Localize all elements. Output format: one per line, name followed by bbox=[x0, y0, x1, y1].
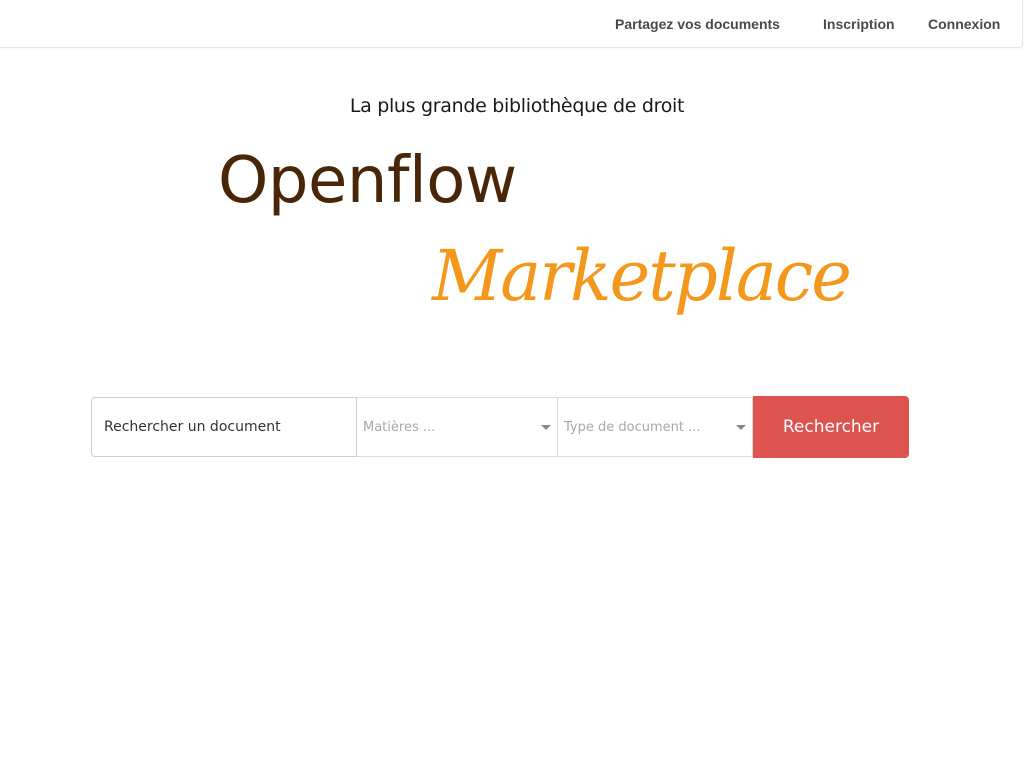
top-navigation-bar: Partagez vos documents Inscription Conne… bbox=[0, 0, 1023, 48]
brand-logo-marketplace: Marketplace bbox=[432, 235, 852, 317]
chevron-down-icon bbox=[736, 425, 746, 430]
search-button[interactable]: Rechercher bbox=[753, 396, 909, 458]
search-bar: Matières ... Type de document ... Recher… bbox=[91, 396, 909, 458]
subjects-select[interactable]: Matières ... bbox=[357, 397, 558, 457]
share-documents-link[interactable]: Partagez vos documents bbox=[615, 16, 780, 32]
subjects-select-placeholder: Matières ... bbox=[363, 420, 436, 435]
document-type-select[interactable]: Type de document ... bbox=[558, 397, 753, 457]
brand-logo-openflow: Openflow bbox=[218, 144, 517, 218]
document-type-select-placeholder: Type de document ... bbox=[564, 420, 701, 435]
signup-link[interactable]: Inscription bbox=[823, 16, 895, 32]
chevron-down-icon bbox=[541, 425, 551, 430]
search-input[interactable] bbox=[91, 397, 357, 457]
login-link[interactable]: Connexion bbox=[928, 16, 1000, 32]
tagline: La plus grande bibliothèque de droit bbox=[349, 95, 685, 117]
